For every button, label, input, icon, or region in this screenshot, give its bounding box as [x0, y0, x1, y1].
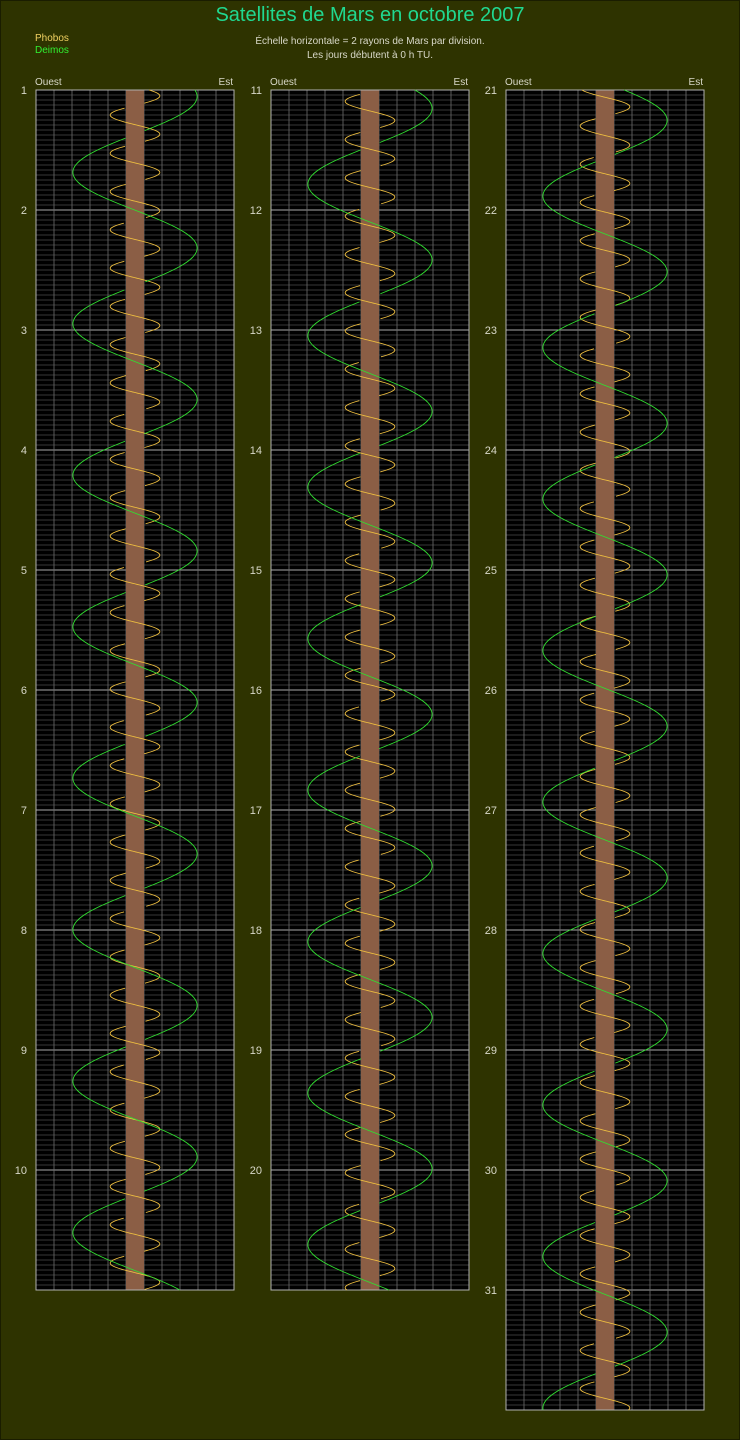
- day-tick-label: 12: [250, 205, 262, 217]
- day-tick-label: 17: [250, 805, 262, 817]
- day-tick-label: 21: [485, 85, 497, 97]
- day-tick-label: 10: [15, 1165, 27, 1177]
- day-tick-label: 5: [21, 565, 27, 577]
- x-axis-label-east: Est: [454, 77, 469, 88]
- day-tick-label: 31: [485, 1285, 497, 1297]
- day-tick-label: 27: [485, 805, 497, 817]
- day-tick-label: 15: [250, 565, 262, 577]
- day-tick-label: 29: [485, 1045, 497, 1057]
- day-tick-label: 16: [250, 685, 262, 697]
- mars-band: [596, 90, 614, 1410]
- day-tick-label: 11: [251, 85, 262, 97]
- day-tick-label: 2: [21, 205, 27, 217]
- day-tick-label: 28: [485, 925, 497, 937]
- day-tick-label: 4: [21, 445, 27, 457]
- day-tick-label: 25: [485, 565, 497, 577]
- day-tick-label: 6: [21, 685, 27, 697]
- day-tick-label: 23: [485, 325, 497, 337]
- day-tick-label: 3: [21, 325, 27, 337]
- day-tick-label: 30: [485, 1165, 497, 1177]
- day-tick-label: 22: [485, 205, 497, 217]
- x-axis-label-west: Ouest: [505, 77, 532, 88]
- day-tick-label: 13: [250, 325, 262, 337]
- mars-band: [126, 90, 144, 1290]
- x-axis-label-east: Est: [689, 77, 704, 88]
- x-axis-label-east: Est: [219, 77, 234, 88]
- day-tick-label: 26: [485, 685, 497, 697]
- day-tick-label: 20: [250, 1165, 262, 1177]
- x-axis-label-west: Ouest: [35, 77, 62, 88]
- day-tick-label: 14: [250, 445, 262, 457]
- day-tick-label: 9: [21, 1045, 27, 1057]
- x-axis-label-west: Ouest: [270, 77, 297, 88]
- day-tick-label: 8: [21, 925, 27, 937]
- mars-band: [361, 90, 379, 1290]
- satellite-chart: 12345678910Ouest Est11121314151617181920O…: [15, 77, 705, 1411]
- day-tick-label: 24: [485, 445, 497, 457]
- day-tick-label: 1: [21, 85, 27, 97]
- day-tick-label: 18: [250, 925, 262, 937]
- day-tick-label: 19: [250, 1045, 262, 1057]
- day-tick-label: 7: [21, 805, 27, 817]
